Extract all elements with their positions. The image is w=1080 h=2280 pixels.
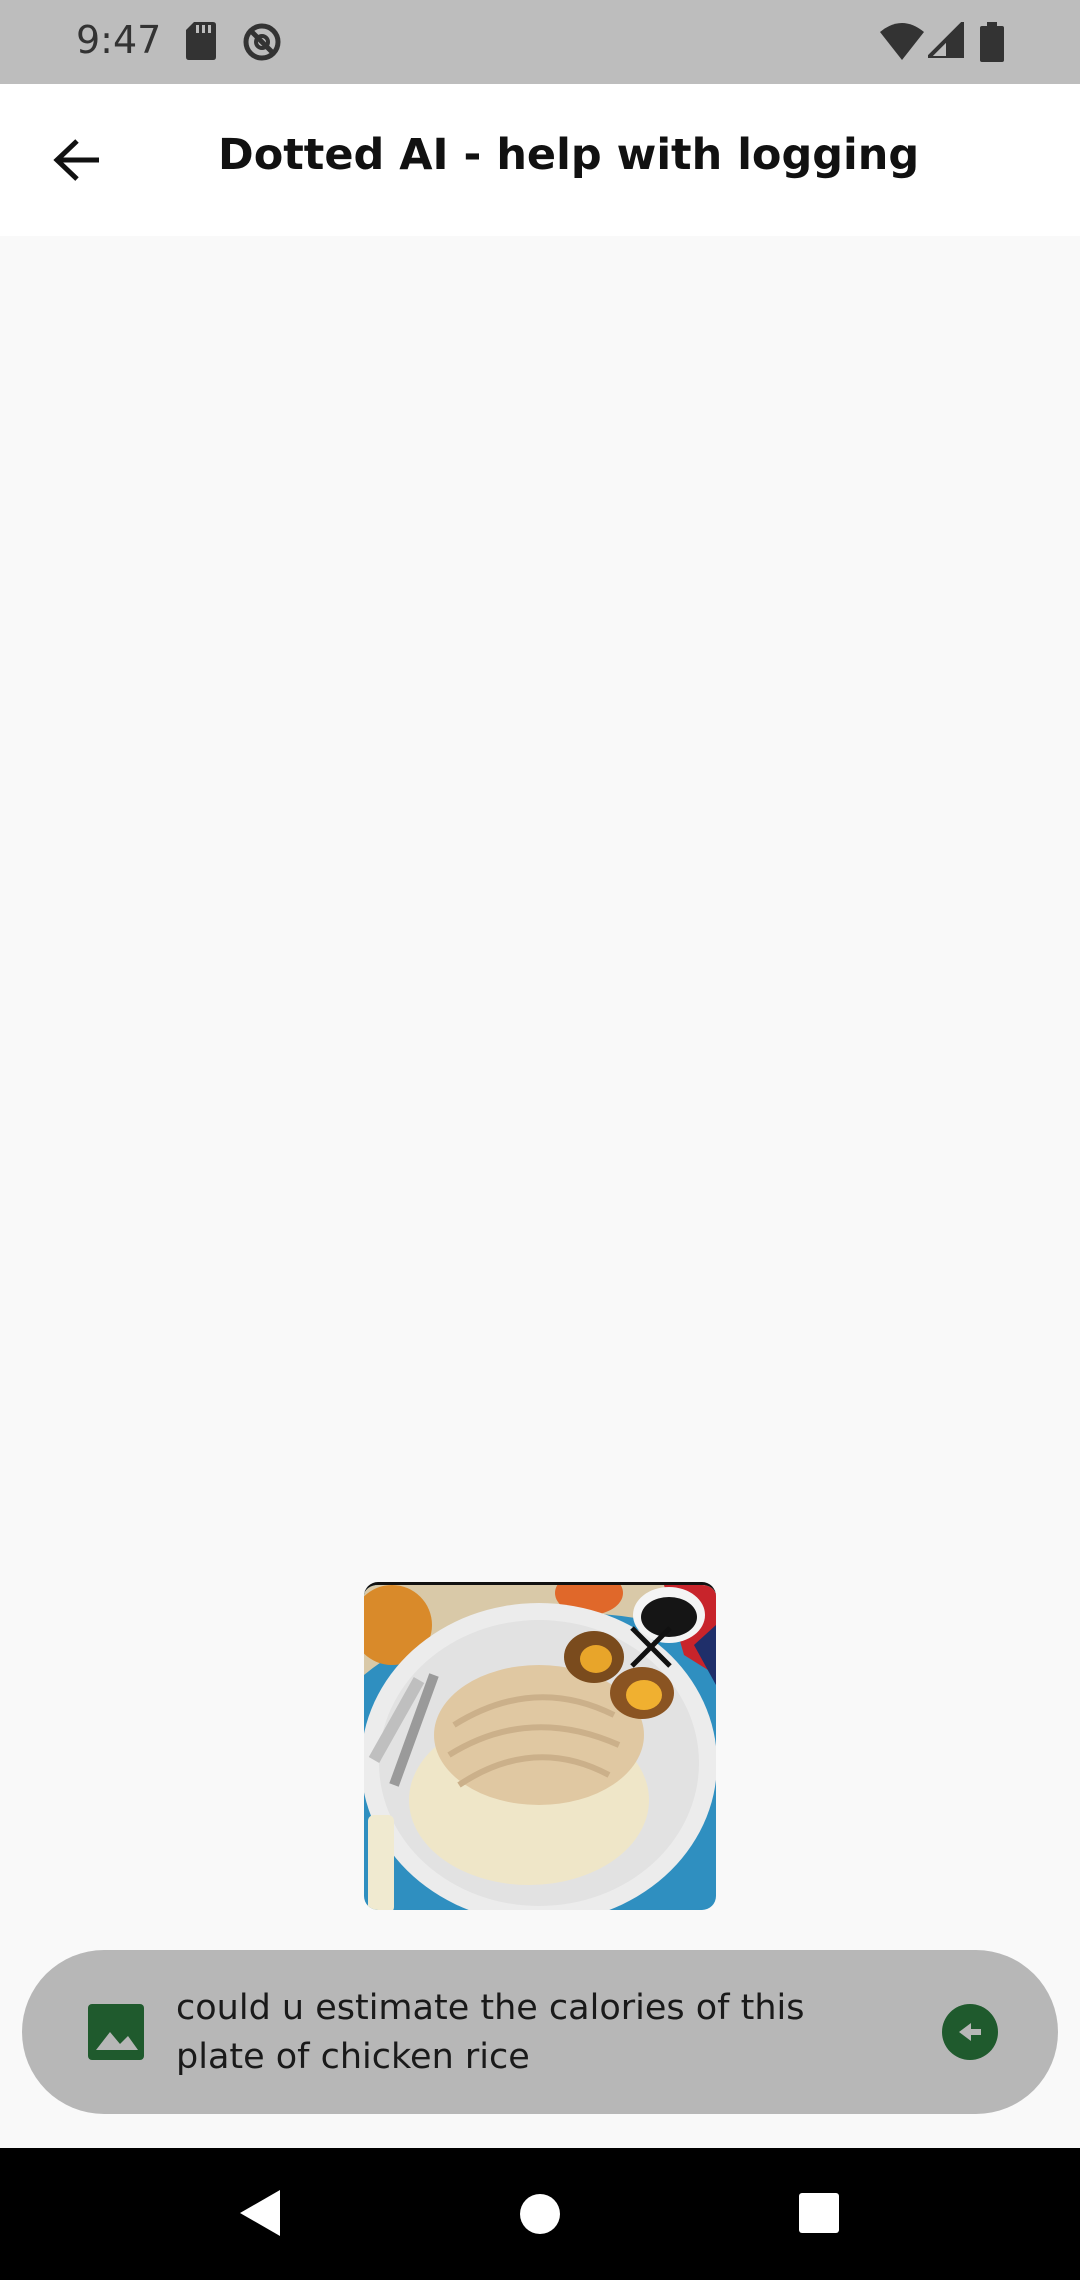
image-icon[interactable]: [84, 2000, 148, 2064]
app-bar: Dotted AI - help with logging: [0, 84, 1080, 236]
message-input[interactable]: could u estimate the calories of this pl…: [176, 1984, 896, 2084]
close-icon[interactable]: [626, 1622, 676, 1672]
battery-icon: [980, 22, 1004, 62]
status-time: 9:47: [76, 18, 162, 62]
signal-icon: [928, 22, 964, 58]
sd-card-icon: [186, 22, 216, 60]
back-triangle-icon[interactable]: [238, 2188, 282, 2238]
system-nav-bar: [0, 2148, 1080, 2280]
send-arrow-icon: [959, 2023, 981, 2041]
send-button[interactable]: [942, 2004, 998, 2060]
arrow-left-icon: [53, 139, 99, 181]
home-circle-icon[interactable]: [518, 2192, 562, 2236]
recents-square-icon[interactable]: [798, 2192, 840, 2234]
message-composer: could u estimate the calories of this pl…: [22, 1950, 1058, 2114]
wifi-icon: [880, 23, 924, 60]
status-bar: 9:47: [0, 0, 1080, 84]
blocked-icon: [243, 23, 281, 61]
back-button[interactable]: [36, 124, 120, 196]
page-title: Dotted AI - help with logging: [218, 130, 920, 180]
